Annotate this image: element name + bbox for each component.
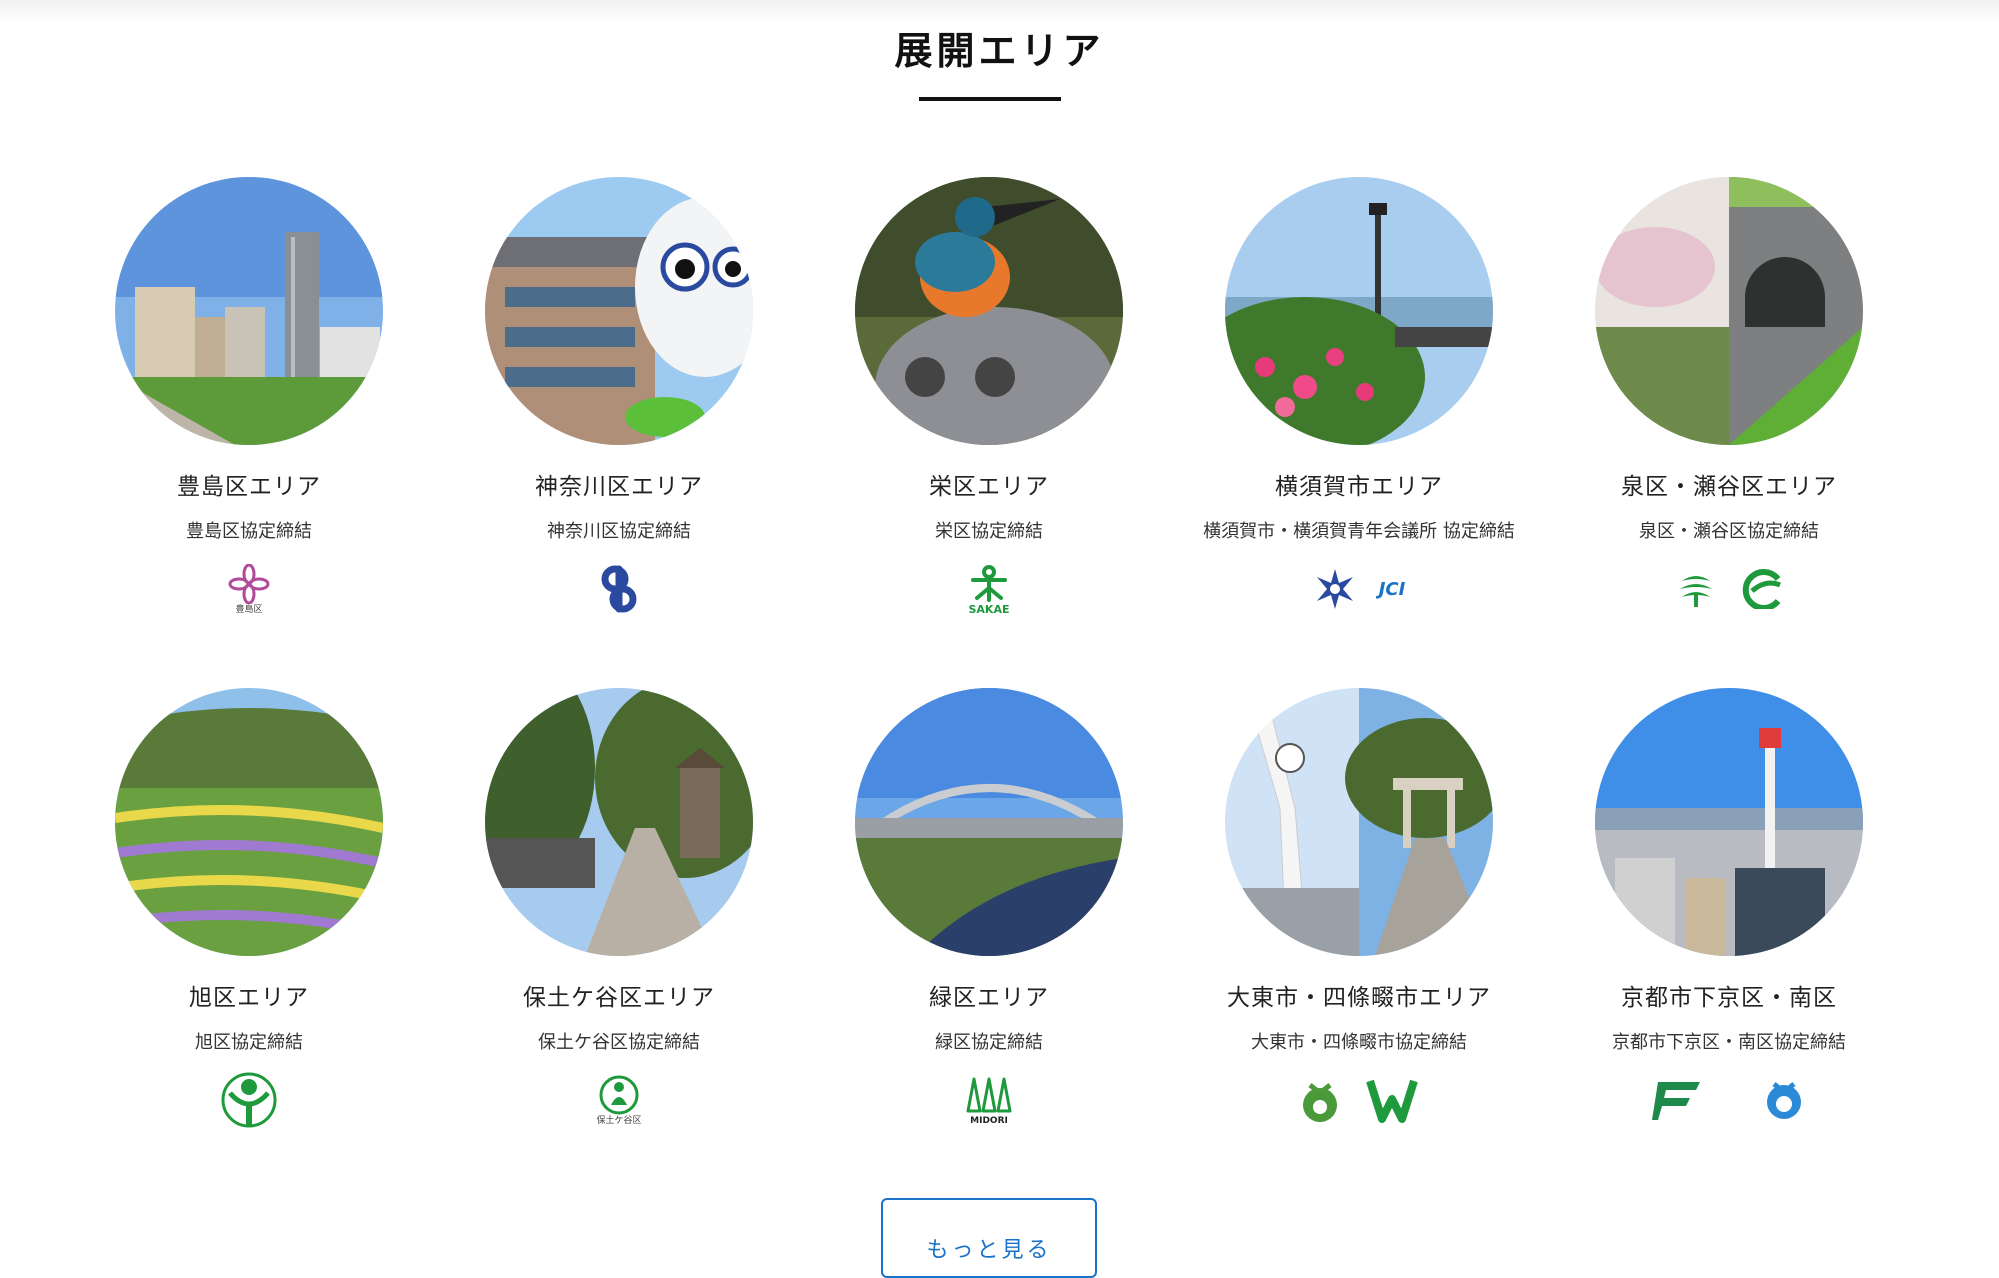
agreement-text: 大東市・四條畷市協定締結: [1251, 1032, 1467, 1053]
agreement-text: 緑区協定締結: [935, 1032, 1043, 1053]
area-name: 京都市下京区・南区: [1621, 985, 1837, 1011]
area-name: 横須賀市エリア: [1275, 474, 1443, 500]
area-name: 豊島区エリア: [177, 474, 321, 500]
area-photo[interactable]: [855, 688, 1123, 956]
agreement-text: 豊島区協定締結: [186, 521, 312, 542]
agreement-text: 神奈川区協定締結: [547, 521, 691, 542]
area-name: 保土ケ谷区エリア: [523, 985, 715, 1011]
agreement-text: 保土ケ谷区協定締結: [538, 1032, 700, 1053]
area-name: 泉区・瀬谷区エリア: [1621, 474, 1837, 500]
area-name: 旭区エリア: [189, 985, 309, 1011]
yokosuka-city-logo-icon: [1313, 567, 1357, 611]
agreement-text: 横須賀市・横須賀青年会議所 協定締結: [1203, 521, 1515, 542]
area-photo[interactable]: [485, 177, 753, 445]
area-photo[interactable]: [485, 688, 753, 956]
shimogyo-logo-icon: [1652, 1078, 1702, 1122]
area-name: 栄区エリア: [929, 474, 1049, 500]
section-title: 展開エリア: [894, 29, 1105, 73]
logo-caption: SAKAE: [968, 602, 1010, 616]
area-photo[interactable]: [1225, 177, 1493, 445]
area-photo[interactable]: [115, 688, 383, 956]
logo-caption: 保土ケ谷区: [596, 1115, 642, 1126]
area-name: 緑区エリア: [929, 985, 1049, 1011]
shijonawate-logo-icon: [1364, 1075, 1420, 1125]
daito-logo-icon: [1298, 1075, 1342, 1125]
agreement-text: 栄区協定締結: [935, 521, 1043, 542]
title-underline: [919, 97, 1061, 101]
area-name: 神奈川区エリア: [535, 474, 703, 500]
logo-caption: MIDORI: [970, 1115, 1008, 1126]
minami-logo-icon: [1762, 1078, 1806, 1122]
midori-logo-icon: MIDORI: [966, 1075, 1012, 1126]
area-photo[interactable]: [1595, 688, 1863, 956]
kanagawa-logo-icon: [591, 561, 647, 617]
jci-yokosuka-logo-icon: JCI: [1379, 579, 1406, 600]
area-photo[interactable]: [855, 177, 1123, 445]
seya-logo-icon: [1738, 569, 1782, 609]
logo-caption: JCI: [1378, 578, 1406, 600]
area-name: 大東市・四條畷市エリア: [1227, 985, 1491, 1011]
area-photo[interactable]: [115, 177, 383, 445]
agreement-text: 泉区・瀬谷区協定締結: [1639, 521, 1819, 542]
browser-top-edge: [0, 0, 1999, 22]
agreement-text: 旭区協定締結: [195, 1032, 303, 1053]
sakae-logo-icon: SAKAE: [967, 564, 1011, 615]
asahi-logo-icon: [220, 1071, 278, 1129]
izumi-logo-icon: [1676, 569, 1716, 609]
area-photo[interactable]: [1595, 177, 1863, 445]
see-more-button[interactable]: もっと見る: [881, 1198, 1097, 1278]
logo-caption: 豊島区: [235, 604, 263, 615]
hodogaya-logo-icon: 保土ケ谷区: [596, 1075, 642, 1126]
agreement-text: 京都市下京区・南区協定締結: [1612, 1032, 1846, 1053]
toshima-logo-icon: 豊島区: [227, 563, 271, 615]
area-photo[interactable]: [1225, 688, 1493, 956]
